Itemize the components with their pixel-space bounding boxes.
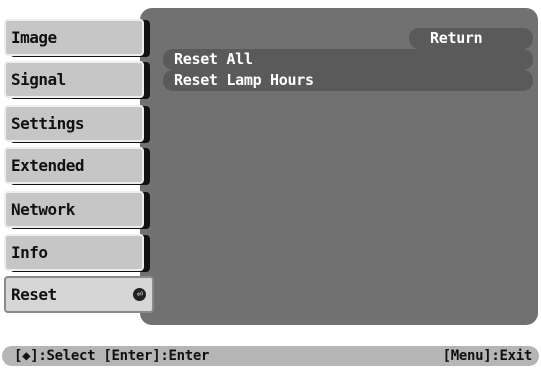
reset-lamp-hours-option[interactable]: Reset Lamp Hours	[163, 70, 533, 91]
sidebar-item-network[interactable]: Network	[4, 191, 144, 228]
enter-icon: ⏎	[133, 288, 146, 301]
sidebar-item-extended[interactable]: Extended	[4, 147, 144, 184]
option-label: Reset Lamp Hours	[174, 71, 314, 89]
sidebar-item-label: Reset	[11, 285, 57, 304]
sidebar-item-label: Network	[11, 200, 75, 219]
reset-all-option[interactable]: Reset All	[163, 49, 533, 70]
option-label: Reset All	[174, 50, 253, 68]
sidebar-item-label: Extended	[11, 156, 85, 175]
status-help-text: [◆]:Select [Enter]:Enter	[14, 348, 210, 364]
sidebar-item-settings[interactable]: Settings	[4, 105, 144, 142]
sidebar-item-label: Signal	[11, 70, 66, 89]
sidebar-item-info[interactable]: Info	[4, 234, 144, 271]
sidebar-item-label: Settings	[11, 114, 85, 133]
status-exit-text: [Menu]:Exit	[442, 348, 533, 364]
sidebar-item-signal[interactable]: Signal	[4, 61, 144, 98]
return-label: Return	[430, 29, 483, 47]
status-bar: [◆]:Select [Enter]:Enter [Menu]:Exit	[2, 346, 539, 366]
return-button[interactable]: Return	[409, 28, 533, 49]
sidebar-item-label: Info	[11, 243, 48, 262]
sidebar-item-image[interactable]: Image	[4, 19, 144, 56]
sidebar-item-reset[interactable]: Reset ⏎	[4, 276, 154, 313]
sidebar-item-label: Image	[11, 28, 57, 47]
